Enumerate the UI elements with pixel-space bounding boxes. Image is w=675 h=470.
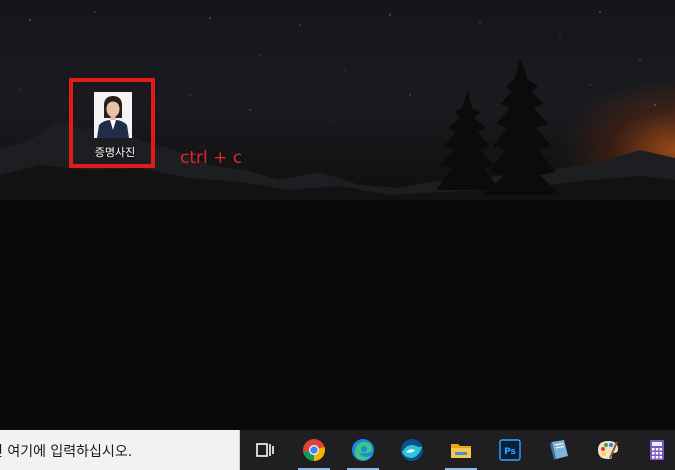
photoshop-icon: Ps: [499, 439, 521, 461]
chrome-icon: [303, 439, 325, 461]
svg-text:Ps: Ps: [504, 447, 516, 457]
paint-palette-icon: [598, 441, 618, 459]
folder-icon: [451, 444, 471, 458]
paint-taskbar-button[interactable]: [585, 430, 631, 470]
taskbar: 면 여기에 입력하십시오. Ps: [0, 430, 675, 470]
red-highlight-box: [69, 78, 155, 168]
keyboard-shortcut-annotation: ctrl + c: [180, 148, 243, 168]
book-app-taskbar-button[interactable]: [536, 430, 582, 470]
search-placeholder-text: 면 여기에 입력하십시오.: [0, 444, 133, 460]
book-icon: [550, 440, 568, 460]
wave-app-icon: [401, 439, 423, 461]
task-view-button[interactable]: [242, 430, 288, 470]
mountain-silhouette: [0, 58, 675, 430]
calculator-icon: [650, 440, 664, 460]
calculator-taskbar-button[interactable]: [634, 430, 675, 470]
chrome-taskbar-button[interactable]: [291, 430, 337, 470]
task-view-icon: [256, 443, 274, 457]
photoshop-taskbar-button[interactable]: Ps: [487, 430, 533, 470]
edge-icon: [352, 439, 374, 461]
edge-taskbar-button[interactable]: [340, 430, 386, 470]
desktop[interactable]: 증명사진 ctrl + c 면 여기에 입력하십시오. Ps: [0, 0, 675, 470]
wave-app-taskbar-button[interactable]: [389, 430, 435, 470]
taskbar-search-box[interactable]: 면 여기에 입력하십시오.: [0, 430, 240, 470]
file-explorer-taskbar-button[interactable]: [438, 430, 484, 470]
